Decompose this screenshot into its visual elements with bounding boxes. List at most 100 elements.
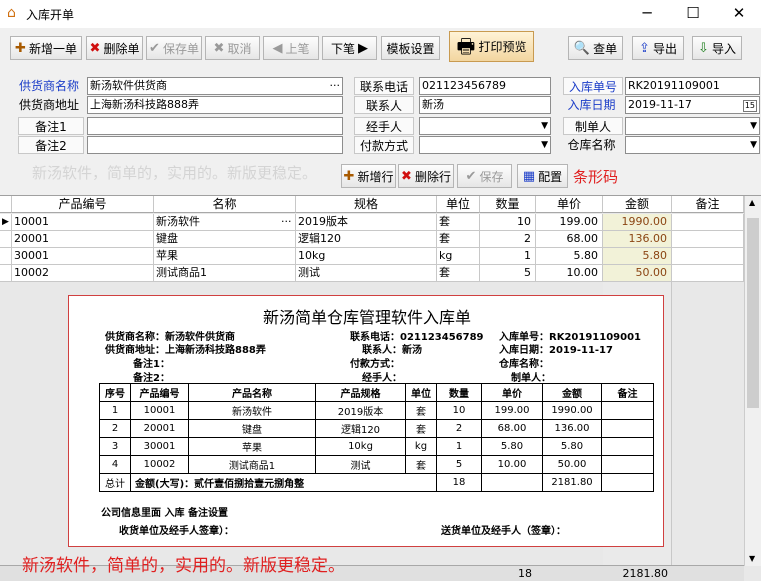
cell-qty[interactable]: 10 bbox=[480, 214, 536, 231]
cell-unit[interactable]: 套 bbox=[437, 231, 480, 248]
cell-note[interactable] bbox=[672, 214, 744, 231]
barcode-link[interactable]: 条形码 bbox=[573, 166, 618, 187]
export-icon: ⇪ bbox=[639, 40, 650, 56]
cross-icon: ✖ bbox=[401, 168, 412, 184]
note2-field[interactable] bbox=[87, 136, 343, 154]
col-price-header[interactable]: 单价 bbox=[536, 196, 603, 213]
cell-price[interactable]: 199.00 bbox=[536, 214, 603, 231]
date-field[interactable]: 2019-11-17 15 bbox=[625, 96, 760, 114]
supplier-addr-field[interactable]: 上海新汤科技路888弄 bbox=[87, 96, 343, 114]
maker-select[interactable]: ▼ bbox=[625, 117, 760, 135]
minimize-icon[interactable]: ─ bbox=[624, 0, 670, 28]
next-record-button[interactable]: 下笔 ▶ bbox=[322, 36, 377, 60]
preview-cell: 68.00 bbox=[481, 419, 543, 438]
preview-cell: 键盘 bbox=[188, 419, 316, 438]
chevron-down-icon: ▼ bbox=[541, 140, 548, 150]
col-spec-header[interactable]: 规格 bbox=[296, 196, 437, 213]
table-row[interactable]: 20001 键盘 逻辑120 套 2 68.00 136.00 bbox=[0, 231, 744, 248]
cell-name[interactable]: 键盘 bbox=[154, 231, 296, 248]
cell-code[interactable]: 30001 bbox=[12, 248, 154, 265]
table-row[interactable]: 10002 测试商品1 测试 套 5 10.00 50.00 bbox=[0, 265, 744, 282]
table-row[interactable]: ▶ 10001 新汤软件 ··· 2019版本 套 10 199.00 1990… bbox=[0, 214, 744, 231]
save-row-button[interactable]: ✔ 保存 bbox=[457, 164, 512, 188]
supplier-addr-value: 上海新汤科技路888弄 bbox=[90, 98, 199, 111]
bottom-watermark: 新汤软件，简单的，实用的。新版更稳定。 bbox=[22, 556, 345, 576]
supplier-name-field[interactable]: 新汤软件供货商 ··· bbox=[87, 77, 343, 95]
table-row[interactable]: 30001 苹果 10kg kg 1 5.80 5.80 bbox=[0, 248, 744, 265]
cell-qty[interactable]: 5 bbox=[480, 265, 536, 282]
preview-cell: 10 bbox=[436, 401, 482, 420]
delete-row-button[interactable]: ✖ 删除行 bbox=[398, 164, 454, 188]
export-button[interactable]: ⇪ 导出 bbox=[632, 36, 684, 60]
payment-label: 付款方式 bbox=[354, 136, 414, 154]
ellipsis-button[interactable]: ··· bbox=[330, 78, 341, 94]
delete-order-button[interactable]: ✖ 删除单 bbox=[86, 36, 143, 60]
cell-name[interactable]: 新汤软件 bbox=[154, 214, 296, 231]
phone-field[interactable]: 021123456789 bbox=[419, 77, 551, 95]
cancel-button[interactable]: ✖ 取消 bbox=[205, 36, 260, 60]
col-name-header[interactable]: 名称 bbox=[154, 196, 296, 213]
payment-select[interactable]: ▼ bbox=[419, 136, 551, 154]
cell-note[interactable] bbox=[672, 248, 744, 265]
cell-spec[interactable]: 10kg bbox=[296, 248, 437, 265]
window-title: 入库开单 bbox=[26, 8, 75, 22]
warehouse-select[interactable]: ▼ bbox=[625, 136, 760, 154]
next-record-label: 下笔 bbox=[330, 41, 355, 56]
order-no-field[interactable]: RK20191109001 bbox=[625, 77, 760, 95]
col-note-header[interactable]: 备注 bbox=[672, 196, 744, 213]
import-button[interactable]: ⇩ 导入 bbox=[692, 36, 742, 60]
cell-price[interactable]: 10.00 bbox=[536, 265, 603, 282]
cell-unit[interactable]: kg bbox=[437, 248, 480, 265]
calendar-icon[interactable]: 15 bbox=[742, 100, 757, 112]
vertical-scrollbar[interactable]: ▲ ▼ bbox=[744, 196, 761, 566]
maximize-icon[interactable]: ☐ bbox=[670, 0, 716, 28]
cell-note[interactable] bbox=[672, 265, 744, 282]
template-settings-button[interactable]: 模板设置 bbox=[381, 36, 440, 60]
col-code-header[interactable]: 产品编号 bbox=[12, 196, 154, 213]
preview-total-amount: 2181.80 bbox=[542, 473, 602, 492]
cell-code[interactable]: 20001 bbox=[12, 231, 154, 248]
prev-record-button[interactable]: ◀ 上笔 bbox=[263, 36, 319, 60]
scroll-thumb[interactable] bbox=[747, 218, 759, 408]
cell-spec[interactable]: 逻辑120 bbox=[296, 231, 437, 248]
preview-col-header: 单价 bbox=[481, 383, 543, 402]
cell-name[interactable]: 苹果 bbox=[154, 248, 296, 265]
cell-amount: 5.80 bbox=[603, 248, 672, 265]
cell-unit[interactable]: 套 bbox=[437, 214, 480, 231]
handler-label: 经手人 bbox=[354, 117, 414, 135]
name-ellipsis-button[interactable]: ··· bbox=[281, 215, 292, 228]
cell-code[interactable]: 10002 bbox=[12, 265, 154, 282]
handler-select[interactable]: ▼ bbox=[419, 117, 551, 135]
col-amount-header[interactable]: 金额 bbox=[603, 196, 672, 213]
plus-icon: ✚ bbox=[15, 40, 26, 56]
print-preview-button[interactable]: 🖶 打印预览 bbox=[449, 31, 534, 62]
config-button[interactable]: ▦ 配置 bbox=[517, 164, 568, 188]
preview-footer-company: 公司信息里面 入库 备注设置 bbox=[101, 508, 228, 519]
cell-spec[interactable]: 2019版本 bbox=[296, 214, 437, 231]
search-order-button[interactable]: 🔍 查单 bbox=[568, 36, 623, 60]
cell-spec[interactable]: 测试 bbox=[296, 265, 437, 282]
contact-field[interactable]: 新汤 bbox=[419, 96, 551, 114]
home-icon: ⌂ bbox=[7, 5, 16, 21]
note1-field[interactable] bbox=[87, 117, 343, 135]
row-indicator bbox=[0, 265, 12, 282]
scroll-down-icon[interactable]: ▼ bbox=[749, 554, 755, 563]
cell-qty[interactable]: 1 bbox=[480, 248, 536, 265]
preview-cell: 2019版本 bbox=[315, 401, 406, 420]
preview-cell: 1 bbox=[436, 437, 482, 456]
cancel-label: 取消 bbox=[227, 41, 252, 56]
cell-qty[interactable]: 2 bbox=[480, 231, 536, 248]
cell-price[interactable]: 68.00 bbox=[536, 231, 603, 248]
save-order-button[interactable]: ✔ 保存单 bbox=[146, 36, 202, 60]
add-order-button[interactable]: ✚ 新增一单 bbox=[10, 36, 82, 60]
close-icon[interactable]: ✕ bbox=[716, 0, 761, 28]
col-unit-header[interactable]: 单位 bbox=[437, 196, 480, 213]
add-row-button[interactable]: ✚ 新增行 bbox=[341, 164, 396, 188]
scroll-up-icon[interactable]: ▲ bbox=[749, 198, 755, 207]
cell-note[interactable] bbox=[672, 231, 744, 248]
cell-name[interactable]: 测试商品1 bbox=[154, 265, 296, 282]
cell-price[interactable]: 5.80 bbox=[536, 248, 603, 265]
cell-code[interactable]: 10001 bbox=[12, 214, 154, 231]
cell-unit[interactable]: 套 bbox=[437, 265, 480, 282]
col-qty-header[interactable]: 数量 bbox=[480, 196, 536, 213]
